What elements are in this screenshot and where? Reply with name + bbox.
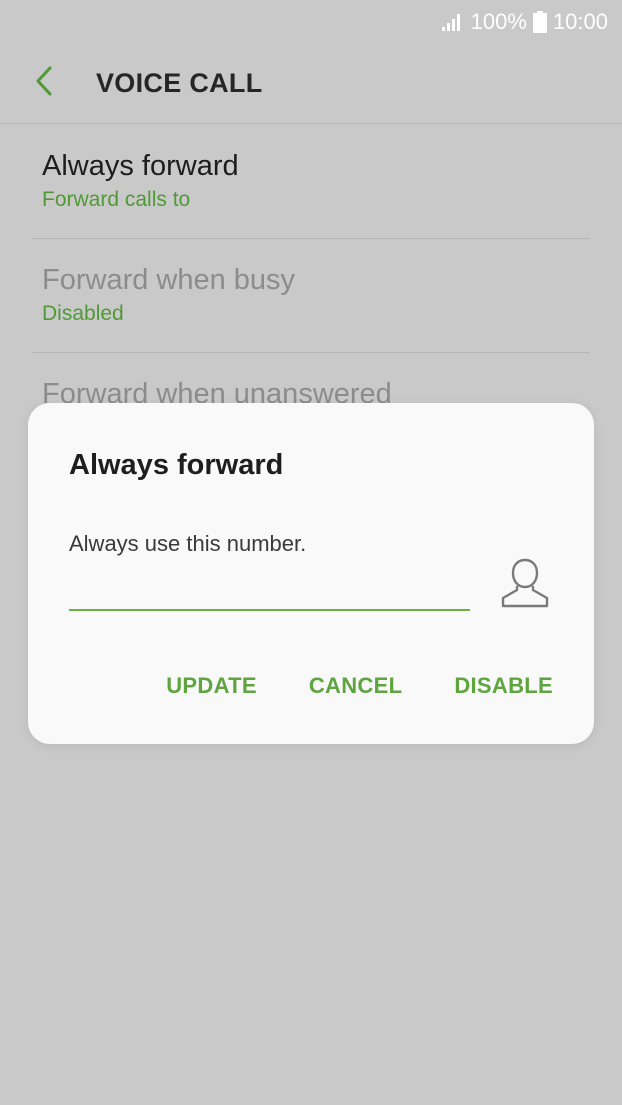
- phone-number-input[interactable]: [69, 571, 470, 611]
- battery-icon: [532, 11, 547, 33]
- app-bar: VOICE CALL: [0, 44, 622, 124]
- setting-subtitle: Forward calls to: [42, 188, 191, 211]
- setting-always-forward[interactable]: Always forward Forward calls to: [32, 125, 590, 239]
- contact-picker-button[interactable]: [496, 555, 554, 615]
- setting-title: Always forward: [42, 150, 239, 182]
- person-outline-icon: [499, 556, 551, 615]
- update-button[interactable]: UPDATE: [166, 673, 257, 699]
- setting-forward-when-busy[interactable]: Forward when busy Disabled: [32, 239, 590, 353]
- dialog-title: Always forward: [69, 449, 284, 481]
- clock: 10:00: [552, 9, 608, 34]
- setting-subtitle: Disabled: [42, 302, 124, 325]
- dialog-actions: UPDATE CANCEL DISABLE: [114, 673, 553, 699]
- chevron-left-icon: [34, 65, 54, 102]
- always-forward-dialog: Always forward Always use this number. U…: [28, 403, 594, 744]
- battery-percent: 100%: [470, 9, 527, 34]
- back-button[interactable]: [0, 44, 96, 124]
- dialog-message: Always use this number.: [69, 531, 307, 556]
- signal-icon: [441, 12, 465, 32]
- cancel-button[interactable]: CANCEL: [309, 673, 402, 699]
- setting-title: Forward when busy: [42, 264, 296, 296]
- status-bar: 100% 10:00: [0, 0, 622, 44]
- disable-button[interactable]: DISABLE: [454, 673, 553, 699]
- page-title: VOICE CALL: [96, 68, 263, 98]
